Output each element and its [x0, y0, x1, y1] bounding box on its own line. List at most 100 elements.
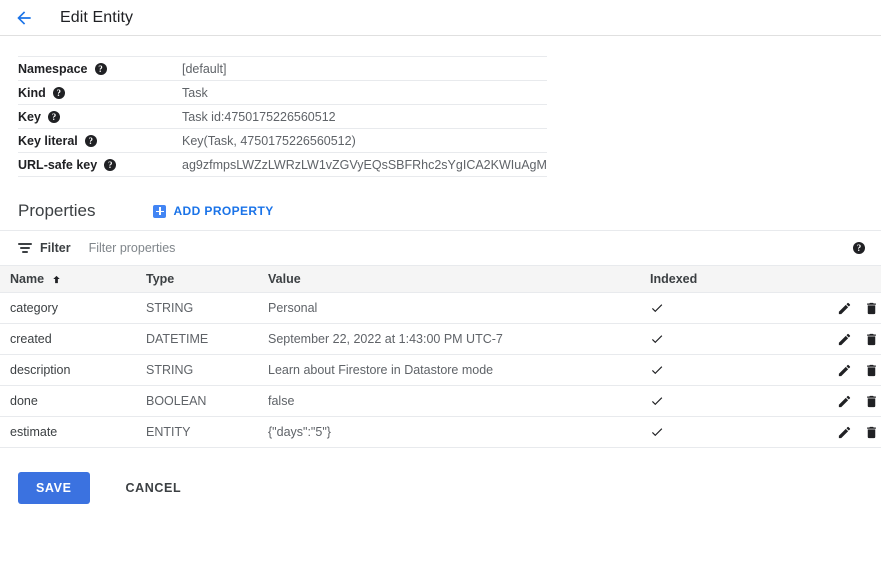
trash-icon	[864, 301, 879, 316]
cell-property-name: estimate	[0, 417, 146, 448]
cell-property-name: category	[0, 293, 146, 324]
metadata-label-cell: Key literal ?	[18, 129, 180, 153]
table-row[interactable]: estimate ENTITY {"days":"5"}	[0, 417, 881, 448]
table-row[interactable]: created DATETIME September 22, 2022 at 1…	[0, 324, 881, 355]
metadata-row: Namespace ? [default]	[18, 57, 547, 81]
filter-icon[interactable]	[18, 242, 32, 254]
properties-table: Name Type Value Indexed category STRING …	[0, 266, 881, 448]
cell-property-type: ENTITY	[146, 417, 268, 448]
table-row[interactable]: category STRING Personal	[0, 293, 881, 324]
metadata-label-cell: URL-safe key ?	[18, 153, 180, 177]
metadata-value-cell: Key(Task, 4750175226560512)	[180, 129, 547, 153]
arrow-up-icon	[51, 274, 62, 285]
add-property-button[interactable]: ADD PROPERTY	[153, 204, 273, 218]
check-icon	[650, 394, 664, 408]
trash-icon	[864, 332, 879, 347]
cell-row-actions	[816, 293, 881, 324]
cell-property-indexed	[650, 324, 816, 355]
metadata-label-cell: Kind ?	[18, 81, 180, 105]
help-icon[interactable]: ?	[85, 135, 97, 147]
cell-property-indexed	[650, 417, 816, 448]
entity-metadata-table: Namespace ? [default] Kind ? Task	[18, 56, 547, 177]
metadata-value-cell: Task id:4750175226560512	[180, 105, 547, 129]
cell-property-value: September 22, 2022 at 1:43:00 PM UTC-7	[268, 324, 650, 355]
metadata-label: URL-safe key	[18, 158, 97, 172]
properties-title: Properties	[18, 201, 95, 221]
pencil-icon	[837, 363, 852, 378]
cell-property-indexed	[650, 293, 816, 324]
table-row[interactable]: description STRING Learn about Firestore…	[0, 355, 881, 386]
check-icon	[650, 332, 664, 346]
cancel-button[interactable]: CANCEL	[112, 472, 196, 504]
help-icon[interactable]: ?	[48, 111, 60, 123]
back-arrow-icon[interactable]	[12, 6, 36, 30]
cell-property-value: Learn about Firestore in Datastore mode	[268, 355, 650, 386]
cell-property-value: Personal	[268, 293, 650, 324]
column-header-name[interactable]: Name	[0, 266, 146, 293]
column-header-actions	[816, 266, 881, 293]
metadata-value: Task	[182, 86, 208, 100]
entity-metadata: Namespace ? [default] Kind ? Task	[0, 36, 881, 177]
help-icon[interactable]: ?	[104, 159, 116, 171]
page-title: Edit Entity	[60, 9, 133, 27]
metadata-label: Key literal	[18, 134, 78, 148]
metadata-row: Key literal ? Key(Task, 4750175226560512…	[18, 129, 547, 153]
cell-property-type: STRING	[146, 355, 268, 386]
save-button[interactable]: SAVE	[18, 472, 90, 504]
help-icon[interactable]: ?	[853, 242, 865, 254]
trash-icon	[864, 363, 879, 378]
metadata-label: Namespace	[18, 62, 88, 76]
help-icon[interactable]: ?	[53, 87, 65, 99]
cell-row-actions	[816, 324, 881, 355]
check-icon	[650, 301, 664, 315]
column-header-type[interactable]: Type	[146, 266, 268, 293]
plus-square-icon	[153, 205, 166, 218]
cell-property-value: false	[268, 386, 650, 417]
metadata-label-cell: Namespace ?	[18, 57, 180, 81]
filter-input[interactable]	[89, 241, 509, 255]
properties-header: Properties ADD PROPERTY	[0, 177, 881, 217]
trash-icon	[864, 425, 879, 440]
pencil-icon	[837, 332, 852, 347]
add-property-label: ADD PROPERTY	[173, 204, 273, 218]
metadata-value-cell: ag9zfmpsLWZzLWRzLW1vZGVyEQsSBFRhc2sYgICA…	[180, 153, 547, 177]
cell-property-type: BOOLEAN	[146, 386, 268, 417]
help-icon[interactable]: ?	[95, 63, 107, 75]
pencil-icon	[837, 301, 852, 316]
column-header-label: Name	[10, 272, 44, 286]
column-header-indexed[interactable]: Indexed	[650, 266, 816, 293]
metadata-value: [default]	[182, 62, 226, 76]
cell-property-indexed	[650, 355, 816, 386]
metadata-label: Kind	[18, 86, 46, 100]
form-actions: SAVE CANCEL	[0, 448, 881, 504]
cell-property-name: description	[0, 355, 146, 386]
column-header-value[interactable]: Value	[268, 266, 650, 293]
cell-property-type: STRING	[146, 293, 268, 324]
metadata-value-cell: [default]	[180, 57, 547, 81]
metadata-label: Key	[18, 110, 41, 124]
metadata-value-cell: Task	[180, 81, 547, 105]
cell-property-type: DATETIME	[146, 324, 268, 355]
table-row[interactable]: done BOOLEAN false	[0, 386, 881, 417]
cell-property-name: done	[0, 386, 146, 417]
pencil-icon	[837, 394, 852, 409]
cell-row-actions	[816, 386, 881, 417]
metadata-value: Key(Task, 4750175226560512)	[182, 134, 356, 148]
check-icon	[650, 363, 664, 377]
metadata-value: ag9zfmpsLWZzLWRzLW1vZGVyEQsSBFRhc2sYgICA…	[182, 158, 547, 172]
check-icon	[650, 425, 664, 439]
cell-row-actions	[816, 355, 881, 386]
metadata-value: Task id:4750175226560512	[182, 110, 336, 124]
cell-property-indexed	[650, 386, 816, 417]
metadata-row: Kind ? Task	[18, 81, 547, 105]
pencil-icon	[837, 425, 852, 440]
filter-label: Filter	[40, 241, 71, 255]
app-bar: Edit Entity	[0, 0, 881, 36]
cell-row-actions	[816, 417, 881, 448]
filter-bar: Filter ?	[0, 230, 881, 266]
trash-icon	[864, 394, 879, 409]
cell-property-value: {"days":"5"}	[268, 417, 650, 448]
metadata-label-cell: Key ?	[18, 105, 180, 129]
metadata-row: Key ? Task id:4750175226560512	[18, 105, 547, 129]
table-header-row: Name Type Value Indexed	[0, 266, 881, 293]
